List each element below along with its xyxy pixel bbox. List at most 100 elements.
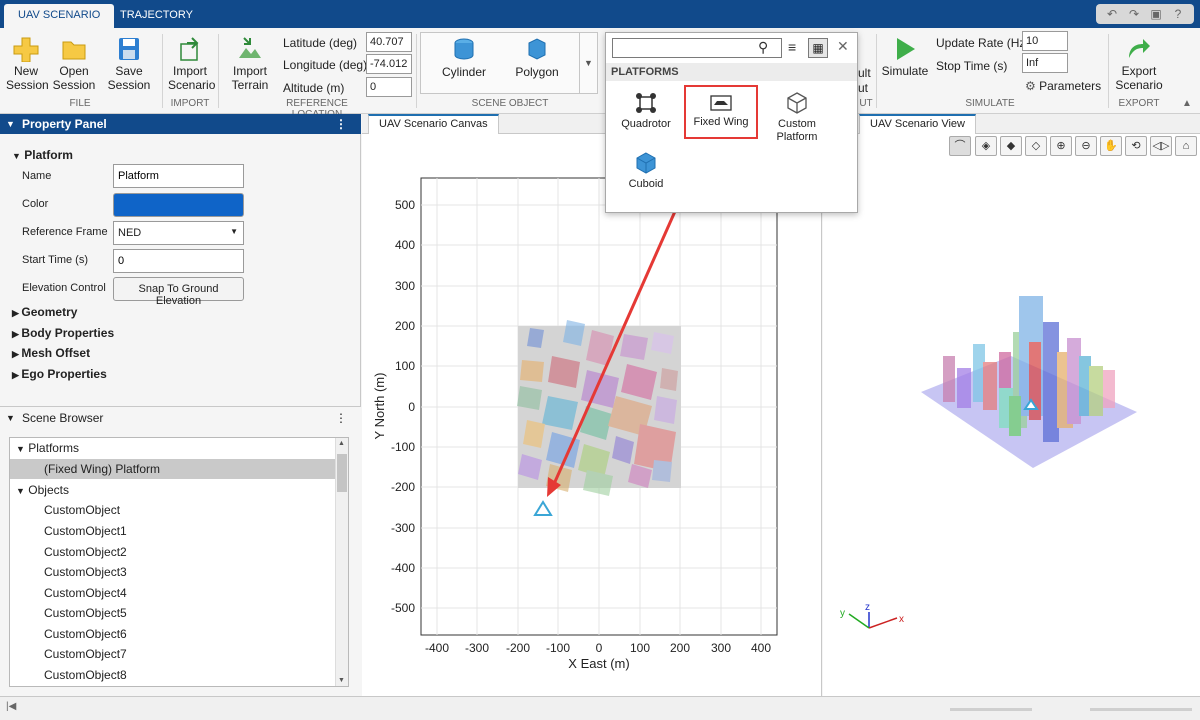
- parameters-button[interactable]: ⚙ Parameters: [1025, 79, 1101, 93]
- cylinder-icon: [454, 38, 474, 60]
- view-cube-3-icon[interactable]: ◇: [1025, 136, 1047, 156]
- tree-item-object[interactable]: CustomObject8: [10, 665, 336, 685]
- close-icon[interactable]: ✕: [837, 38, 849, 55]
- geometry-group[interactable]: ▶ Geometry: [12, 305, 77, 319]
- cylinder-button[interactable]: Cylinder: [431, 37, 497, 79]
- polygon-button[interactable]: Polygon: [507, 37, 567, 79]
- gallery-expand-icon[interactable]: ▼: [579, 33, 597, 93]
- longitude-field[interactable]: [366, 54, 412, 74]
- scenario-3d-view[interactable]: ⌒ ◈ ◆ ◇ ⊕ ⊖ ✋ ⟲ ◁▷ ⌂ z x y: [823, 134, 1200, 696]
- platform-item-custom-platform[interactable]: Custom Platform: [760, 91, 834, 144]
- x-tick-label: 400: [751, 641, 771, 655]
- tree-group-objects[interactable]: ▼ Objects: [10, 480, 336, 500]
- new-session-button[interactable]: New Session: [6, 36, 49, 92]
- simulate-button[interactable]: Simulate: [880, 36, 930, 78]
- section-scene-object-label: SCENE OBJECT: [471, 98, 549, 109]
- floppy-icon: [119, 38, 139, 60]
- grid-view-icon[interactable]: ▦: [808, 38, 828, 58]
- scroll-thumb[interactable]: [337, 454, 347, 492]
- tab-trajectory[interactable]: TRAJECTORY: [106, 4, 207, 28]
- view-cube-1-icon[interactable]: ◈: [975, 136, 997, 156]
- x-tick-label: 100: [630, 641, 650, 655]
- view-tab-row: UAV Scenario View: [823, 114, 1200, 134]
- import-scenario-button[interactable]: Import Scenario: [168, 36, 215, 92]
- altitude-field[interactable]: [366, 77, 412, 97]
- start-time-field[interactable]: [113, 249, 244, 273]
- scroll-up-icon[interactable]: ▲: [338, 440, 345, 447]
- popup-category-header: PLATFORMS: [606, 63, 857, 81]
- quadrotor-icon: [636, 93, 656, 113]
- scene-browser-scrollbar[interactable]: ▲ ▼: [335, 438, 348, 686]
- y-tick-label: 100: [395, 359, 415, 373]
- scroll-down-icon[interactable]: ▼: [338, 677, 345, 684]
- status-progress-track: [1090, 708, 1192, 711]
- home-icon[interactable]: ⌂: [1175, 136, 1197, 156]
- collapse-icon[interactable]: ▼: [6, 407, 15, 429]
- ego-properties-group[interactable]: ▶ Ego Properties: [12, 367, 107, 381]
- tree-item-object[interactable]: CustomObject3: [10, 562, 336, 582]
- tree-item-platform[interactable]: (Fixed Wing) Platform: [10, 459, 336, 479]
- list-view-icon[interactable]: ≡: [788, 39, 796, 55]
- axis-x-label: x: [899, 614, 904, 625]
- save-icon[interactable]: ▣: [1146, 6, 1166, 22]
- body-properties-group[interactable]: ▶ Body Properties: [12, 326, 114, 340]
- platform-group-header[interactable]: ▼ Platform: [12, 148, 73, 162]
- x-tick-label: -400: [425, 641, 449, 655]
- reference-frame-dropdown[interactable]: NED ▼: [113, 221, 244, 245]
- tree-group-platforms[interactable]: ▼ Platforms: [10, 438, 336, 458]
- mesh-offset-group[interactable]: ▶ Mesh Offset: [12, 346, 90, 360]
- collapse-toolstrip-icon[interactable]: ▲: [1182, 98, 1192, 109]
- tab-uav-scenario-view[interactable]: UAV Scenario View: [859, 114, 976, 134]
- axes-gizmo: z x y: [840, 602, 904, 629]
- platform-item-cuboid[interactable]: Cuboid: [609, 151, 683, 191]
- zoom-out-icon[interactable]: ⊖: [1075, 136, 1097, 156]
- snap-to-ground-button[interactable]: Snap To Ground Elevation: [113, 277, 244, 307]
- help-icon[interactable]: ?: [1168, 6, 1188, 22]
- x-tick-labels: -400 -300 -200 -100 0 100 200 300 400: [425, 641, 771, 655]
- import-terrain-button[interactable]: Import Terrain: [224, 36, 276, 92]
- quick-access-toolbar: ↶ ↷ ▣ ?: [1096, 4, 1194, 24]
- save-session-button[interactable]: Save Session: [102, 36, 156, 92]
- tree-item-object[interactable]: CustomObject2: [10, 542, 336, 562]
- tree-item-object[interactable]: CustomObject4: [10, 583, 336, 603]
- tree-item-object[interactable]: CustomObject1: [10, 521, 336, 541]
- undo-icon[interactable]: ↶: [1102, 6, 1122, 22]
- pan-hand-icon[interactable]: ✋: [1100, 136, 1122, 156]
- update-rate-field[interactable]: [1022, 31, 1068, 51]
- fit-view-icon[interactable]: ◁▷: [1150, 136, 1172, 156]
- y-tick-label: 500: [395, 198, 415, 212]
- tab-uav-scenario-canvas[interactable]: UAV Scenario Canvas: [368, 114, 499, 134]
- expand-down-icon: ▼: [12, 151, 21, 161]
- longitude-label: Longitude (deg): [283, 58, 368, 72]
- rotate-tool-icon[interactable]: ⌒: [949, 136, 971, 156]
- expand-down-icon: ▼: [16, 444, 25, 454]
- platform-item-fixed-wing[interactable]: Fixed Wing: [684, 85, 758, 139]
- divider: [876, 34, 877, 108]
- rotate-3d-icon[interactable]: ⟲: [1125, 136, 1147, 156]
- canvas-plot[interactable]: -400 -300 -200 -100 0 100 200 300 400 50…: [362, 134, 822, 696]
- search-icon: ⚲: [758, 39, 769, 55]
- panel-menu-icon[interactable]: ⋮: [335, 114, 347, 134]
- tree-item-object[interactable]: CustomObject6: [10, 624, 336, 644]
- zoom-in-icon[interactable]: ⊕: [1050, 136, 1072, 156]
- panel-menu-icon[interactable]: ⋮: [335, 407, 347, 429]
- status-bar-left-icon[interactable]: |◀: [6, 701, 16, 712]
- export-scenario-button[interactable]: Export Scenario: [1114, 36, 1164, 92]
- collapse-icon[interactable]: ▼: [6, 114, 15, 134]
- divider: [416, 34, 417, 108]
- stop-time-field[interactable]: [1022, 53, 1068, 73]
- scenario-canvas[interactable]: -400 -300 -200 -100 0 100 200 300 400 50…: [362, 134, 822, 696]
- open-session-button[interactable]: Open Session: [52, 36, 96, 92]
- gear-icon: ⚙: [1025, 79, 1036, 93]
- platform-search-input[interactable]: [612, 38, 782, 58]
- color-swatch[interactable]: [113, 193, 244, 217]
- tree-item-object[interactable]: CustomObject: [10, 500, 336, 520]
- tab-uav-scenario[interactable]: UAV SCENARIO: [4, 4, 115, 28]
- tree-item-object[interactable]: CustomObject7: [10, 644, 336, 664]
- tree-item-object[interactable]: CustomObject5: [10, 603, 336, 623]
- redo-icon[interactable]: ↷: [1124, 6, 1144, 22]
- latitude-field[interactable]: [366, 32, 412, 52]
- view-cube-2-icon[interactable]: ◆: [1000, 136, 1022, 156]
- platform-item-quadrotor[interactable]: Quadrotor: [609, 91, 683, 131]
- name-field[interactable]: [113, 164, 244, 188]
